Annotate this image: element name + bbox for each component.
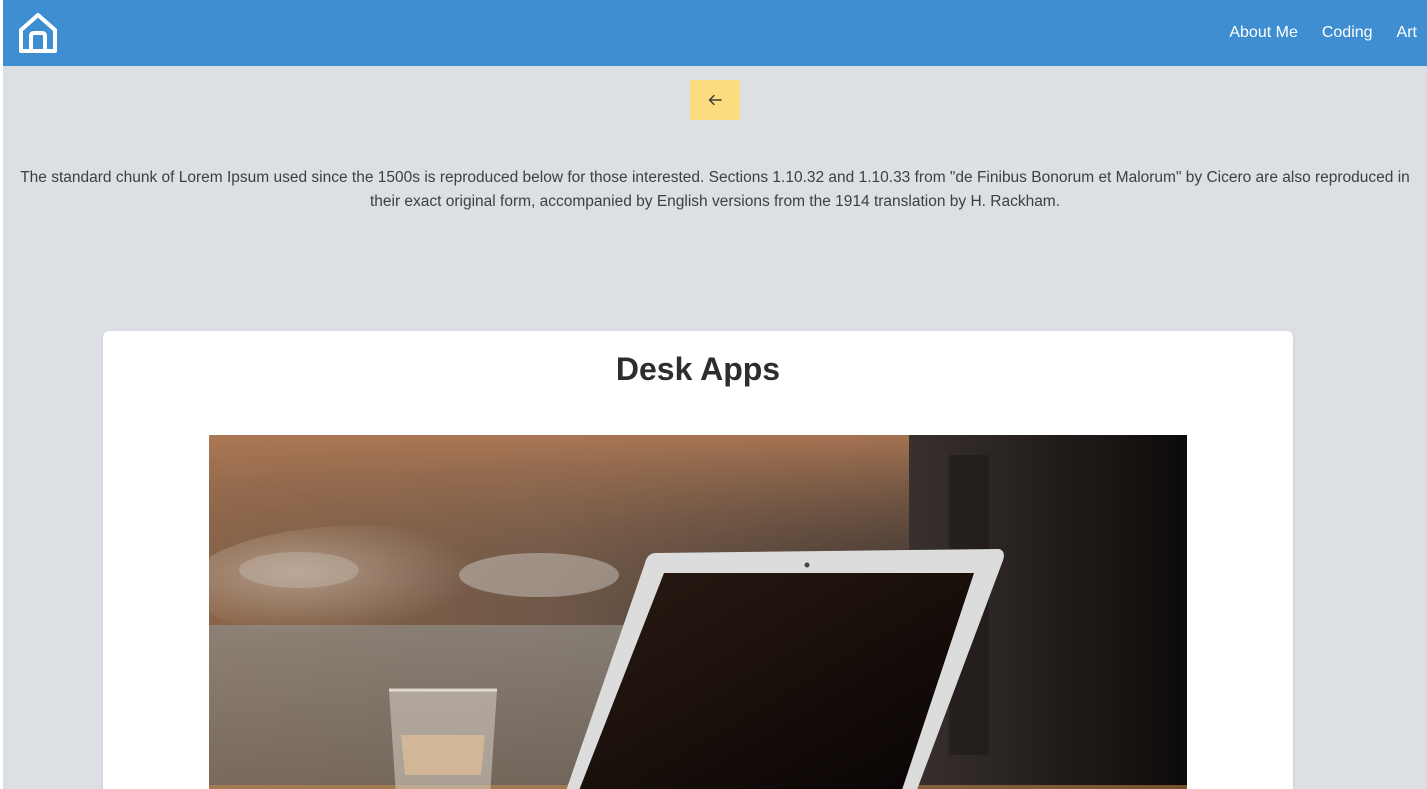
nav-links: About Me Coding Art xyxy=(1205,0,1417,66)
page: About Me Coding Art The standard chunk o… xyxy=(3,0,1427,789)
home-link[interactable] xyxy=(16,11,60,55)
navbar: About Me Coding Art xyxy=(3,0,1427,66)
project-card: Desk Apps xyxy=(103,331,1293,789)
home-icon xyxy=(19,13,57,53)
laptop-photo xyxy=(209,435,1187,789)
nav-link-about-me[interactable]: About Me xyxy=(1229,24,1297,42)
intro-text: The standard chunk of Lorem Ipsum used s… xyxy=(20,169,1410,210)
card-title: Desk Apps xyxy=(615,351,781,387)
nav-link-coding[interactable]: Coding xyxy=(1322,24,1373,42)
back-button[interactable] xyxy=(690,80,740,120)
arrow-left-icon xyxy=(708,94,722,106)
nav-link-art[interactable]: Art xyxy=(1397,24,1417,42)
